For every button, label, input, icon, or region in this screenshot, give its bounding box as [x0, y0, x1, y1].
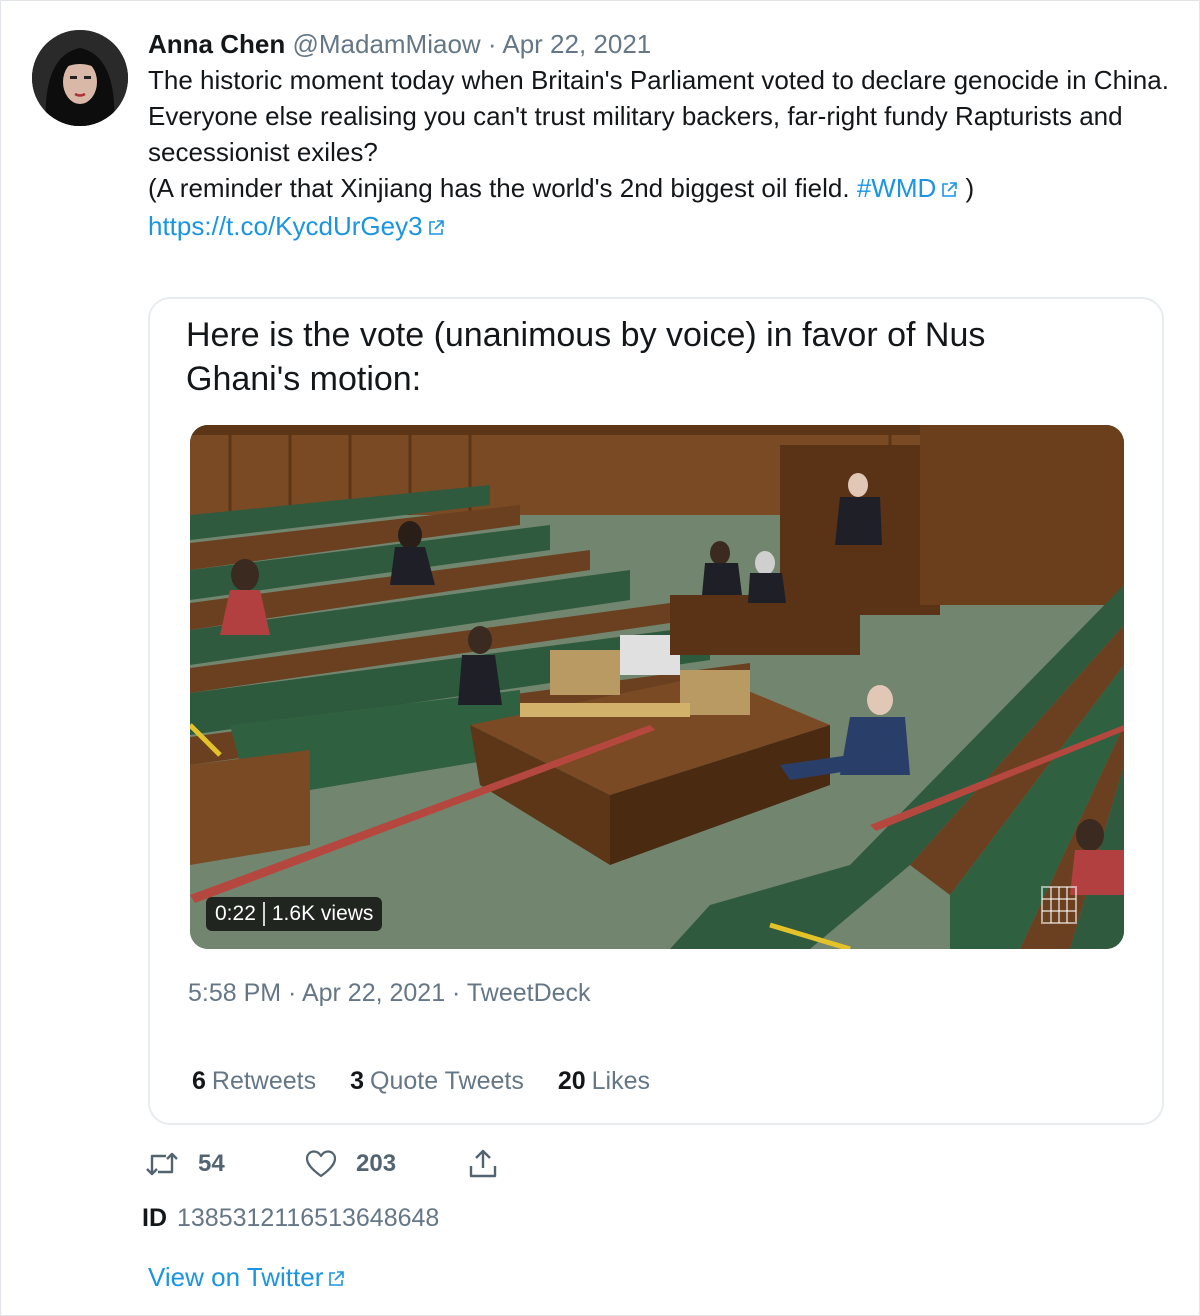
tweet-line: Everyone else realising you can't trust … [148, 101, 1123, 167]
quoted-tweet-timestamp[interactable]: 5:58 PM · Apr 22, 2021 · TweetDeck [188, 979, 591, 1008]
video-views: 1.6K views [271, 902, 374, 925]
video-info-badge: 0:22 1.6K views [206, 897, 383, 931]
hashtag-text: #WMD [856, 173, 937, 203]
parliament-chamber-scene [190, 425, 1124, 949]
like-action[interactable]: 203 [306, 1150, 468, 1178]
quoted-tweet-card[interactable]: Here is the vote (unanimous by voice) in… [148, 297, 1164, 1125]
tweet-line: https://t.co/KycdUrGey3 [148, 208, 1178, 246]
tweet-line-text: ) [958, 173, 975, 203]
external-link-icon [427, 210, 445, 246]
author-handle[interactable]: @MadamMiaow [292, 29, 480, 59]
author-avatar[interactable] [32, 30, 128, 126]
tweet-line: (A reminder that Xinjiang has the world'… [148, 170, 1178, 208]
tweet-body: The historic moment today when Britain's… [148, 62, 1178, 246]
tweet-url-text: https://t.co/KycdUrGey3 [148, 211, 423, 242]
external-link-icon [327, 1264, 345, 1295]
quoted-tweet-text: Here is the vote (unanimous by voice) in… [186, 316, 986, 398]
like-count: 203 [356, 1150, 397, 1177]
retweet-icon [146, 1150, 178, 1178]
tweet-id-label: ID [142, 1204, 167, 1232]
likes-stat[interactable]: 20 Likes [558, 1067, 650, 1096]
video-duration: 0:22 [215, 902, 256, 925]
tweet-header: Anna Chen @MadamMiaow · Apr 22, 2021 [148, 28, 651, 60]
tweet-id-value: 1385312116513648648 [177, 1204, 440, 1232]
video-player[interactable]: 0:22 1.6K views [190, 425, 1124, 949]
header-separator: · [480, 29, 503, 59]
view-on-twitter-text: View on Twitter [148, 1262, 324, 1292]
tweet-actions: 54 203 [146, 1148, 498, 1180]
tweet-url-link[interactable]: https://t.co/KycdUrGey3 [148, 211, 445, 241]
author-name[interactable]: Anna Chen [148, 29, 285, 59]
quoted-tweet-stats: 6 Retweets 3 Quote Tweets 20 Likes [192, 1067, 650, 1096]
retweets-stat[interactable]: 6 Retweets [192, 1067, 316, 1096]
hashtag-link[interactable]: #WMD [857, 173, 958, 203]
share-icon [468, 1149, 498, 1179]
share-action[interactable] [468, 1149, 498, 1179]
heart-icon [306, 1150, 336, 1178]
badge-divider [262, 902, 265, 926]
retweet-count: 54 [198, 1150, 225, 1177]
quote-tweets-stat[interactable]: 3 Quote Tweets [350, 1067, 524, 1096]
tweet-line-text: (A reminder that Xinjiang has the world'… [148, 173, 857, 203]
retweet-action[interactable]: 54 [146, 1150, 306, 1178]
tweet-date[interactable]: Apr 22, 2021 [502, 29, 651, 59]
tweet-id-line: ID 1385312116513648648 [142, 1204, 439, 1233]
external-link-icon [940, 172, 958, 208]
view-on-twitter-link[interactable]: View on Twitter [148, 1262, 345, 1295]
tweet-line: The historic moment today when Britain's… [148, 65, 1169, 95]
